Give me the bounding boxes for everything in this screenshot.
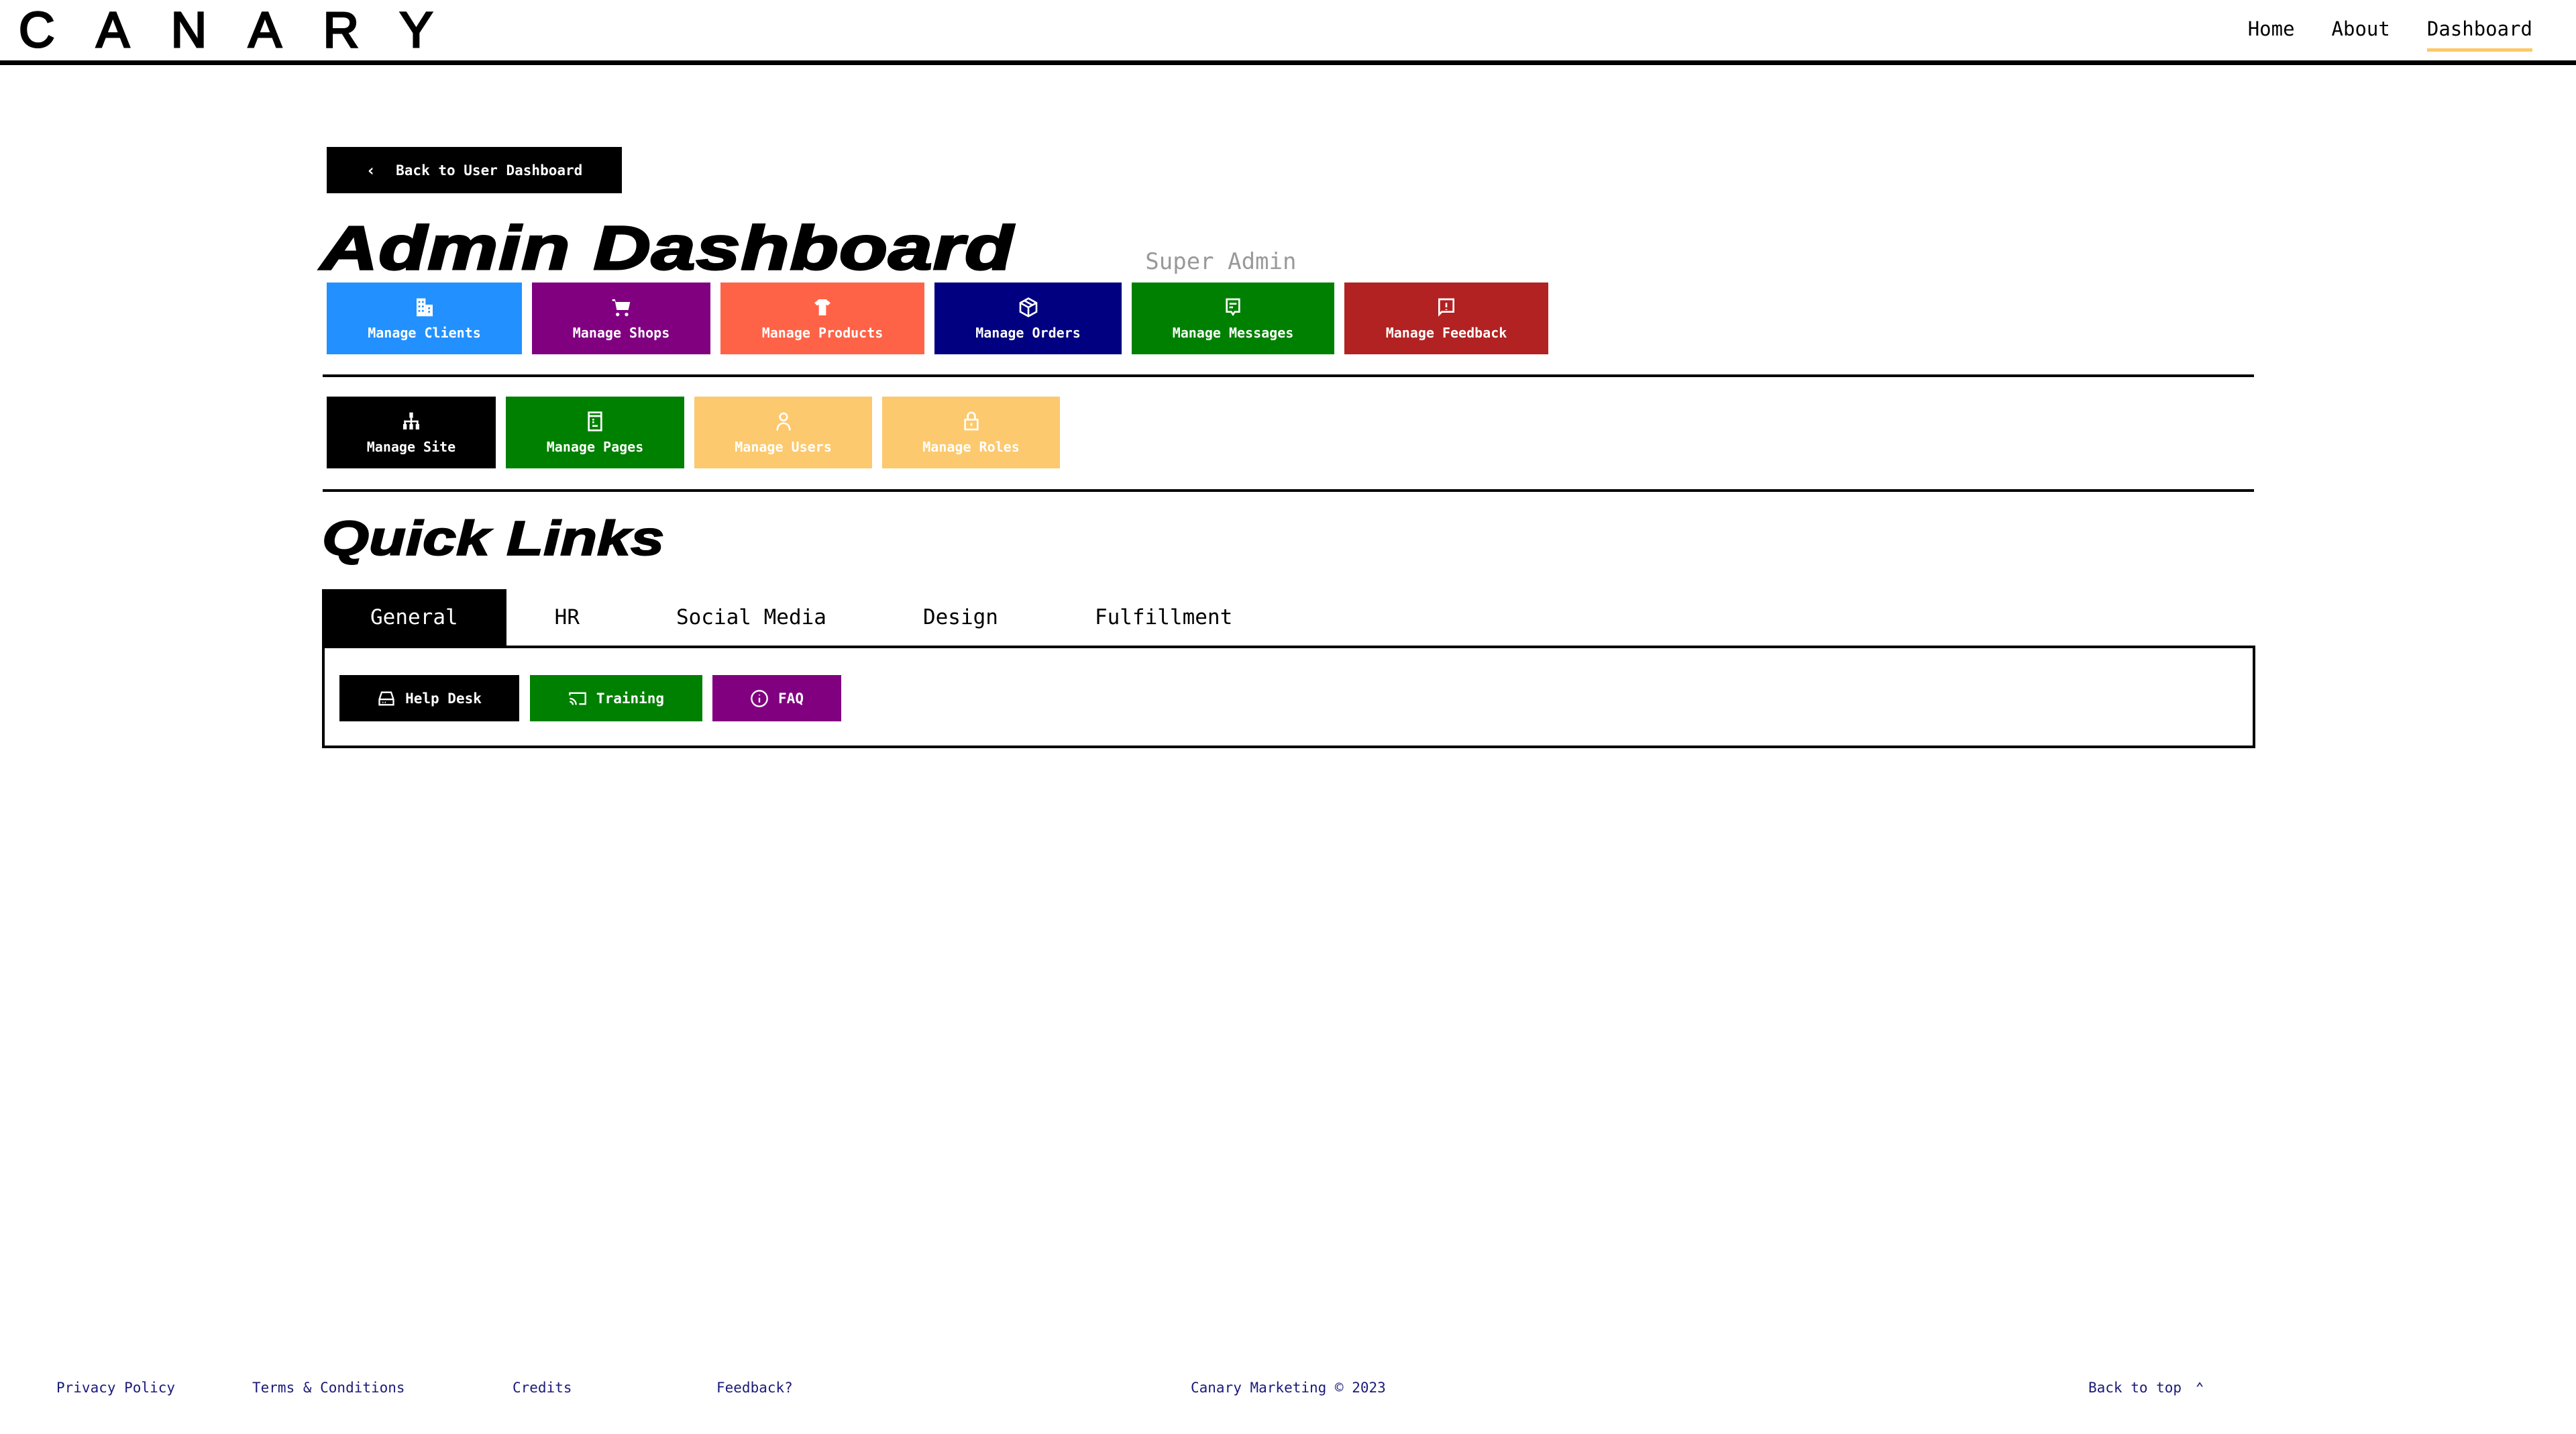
tab-fulfillment[interactable]: Fulfillment xyxy=(1046,589,1281,646)
manage-roles-tile[interactable]: Manage Roles xyxy=(882,397,1060,468)
chevron-up-icon: ⌃ xyxy=(2195,1380,2204,1396)
lock-icon xyxy=(963,411,979,430)
quick-links-tabs: General HR Social Media Design Fulfillme… xyxy=(322,589,1281,646)
inbox-icon xyxy=(378,691,394,705)
footer-copyright: Canary Marketing © 2023 xyxy=(1191,1380,1386,1396)
tile-label: Manage Users xyxy=(735,438,832,455)
info-icon xyxy=(751,689,768,707)
sitemap-icon xyxy=(403,412,419,429)
box-icon xyxy=(1019,297,1037,317)
tile-label: Manage Orders xyxy=(975,324,1081,341)
admin-tiles-row-1: Manage Clients Manage Shops Manage Produ… xyxy=(327,283,1558,354)
footer-privacy-policy[interactable]: Privacy Policy xyxy=(56,1380,175,1396)
help-desk-link[interactable]: Help Desk xyxy=(339,675,519,721)
manage-pages-tile[interactable]: Manage Pages xyxy=(506,397,684,468)
message-icon xyxy=(1226,298,1240,316)
faq-link[interactable]: FAQ xyxy=(712,675,841,721)
footer-feedback[interactable]: Feedback? xyxy=(716,1380,793,1396)
tile-label: Manage Products xyxy=(761,324,883,341)
tile-label: Manage Feedback xyxy=(1385,324,1507,341)
back-button-label: Back to User Dashboard xyxy=(396,162,583,178)
cast-icon xyxy=(569,692,586,705)
back-to-top-link[interactable]: Back to top ⌃ xyxy=(2088,1380,2204,1396)
role-label: Super Admin xyxy=(1145,248,1297,275)
user-icon xyxy=(775,412,791,430)
site-header: CANARY Home About Dashboard xyxy=(0,0,2576,65)
tile-label: Manage Roles xyxy=(922,438,1020,455)
page-title: Admin Dashboard xyxy=(319,213,1014,284)
section-divider xyxy=(323,374,2254,377)
tab-hr[interactable]: HR xyxy=(506,589,628,646)
manage-orders-tile[interactable]: Manage Orders xyxy=(934,283,1122,354)
nav-dashboard[interactable]: Dashboard xyxy=(2426,17,2532,52)
footer-terms-conditions[interactable]: Terms & Conditions xyxy=(252,1380,405,1396)
manage-site-tile[interactable]: Manage Site xyxy=(327,397,496,468)
section-divider xyxy=(323,489,2254,492)
chevron-left-icon: ‹ xyxy=(366,160,376,180)
tile-label: Manage Messages xyxy=(1172,324,1294,341)
tab-panel-general: Help Desk Training FAQ xyxy=(322,646,2255,748)
cart-icon xyxy=(612,299,631,316)
manage-messages-tile[interactable]: Manage Messages xyxy=(1132,283,1334,354)
link-label: Training xyxy=(596,690,665,707)
admin-tiles-row-2: Manage Site Manage Pages Manage Users Ma… xyxy=(327,397,1070,468)
page-icon xyxy=(588,411,602,431)
feedback-icon xyxy=(1438,298,1454,317)
logo[interactable]: CANARY xyxy=(17,4,474,56)
manage-products-tile[interactable]: Manage Products xyxy=(720,283,924,354)
building-icon xyxy=(416,298,433,316)
manage-users-tile[interactable]: Manage Users xyxy=(694,397,872,468)
link-label: Help Desk xyxy=(405,690,482,707)
nav-about[interactable]: About xyxy=(2332,17,2390,52)
tab-general[interactable]: General xyxy=(322,589,506,646)
main-nav: Home About Dashboard xyxy=(2211,17,2576,52)
tile-label: Manage Pages xyxy=(546,438,644,455)
tile-label: Manage Site xyxy=(366,438,456,455)
tab-social-media[interactable]: Social Media xyxy=(628,589,875,646)
tab-design[interactable]: Design xyxy=(875,589,1046,646)
footer-credits[interactable]: Credits xyxy=(513,1380,572,1396)
back-to-top-label: Back to top xyxy=(2088,1380,2182,1396)
tile-label: Manage Clients xyxy=(368,324,481,341)
tile-label: Manage Shops xyxy=(572,324,670,341)
link-label: FAQ xyxy=(778,690,804,707)
quick-links-title: Quick Links xyxy=(321,511,665,566)
manage-feedback-tile[interactable]: Manage Feedback xyxy=(1344,283,1548,354)
nav-home[interactable]: Home xyxy=(2248,17,2295,52)
training-link[interactable]: Training xyxy=(530,675,702,721)
tshirt-icon xyxy=(814,299,830,315)
manage-clients-tile[interactable]: Manage Clients xyxy=(327,283,522,354)
back-to-user-dashboard-button[interactable]: ‹ Back to User Dashboard xyxy=(327,147,622,193)
title-row: Admin Dashboard Super Admin xyxy=(319,213,1297,284)
manage-shops-tile[interactable]: Manage Shops xyxy=(532,283,710,354)
